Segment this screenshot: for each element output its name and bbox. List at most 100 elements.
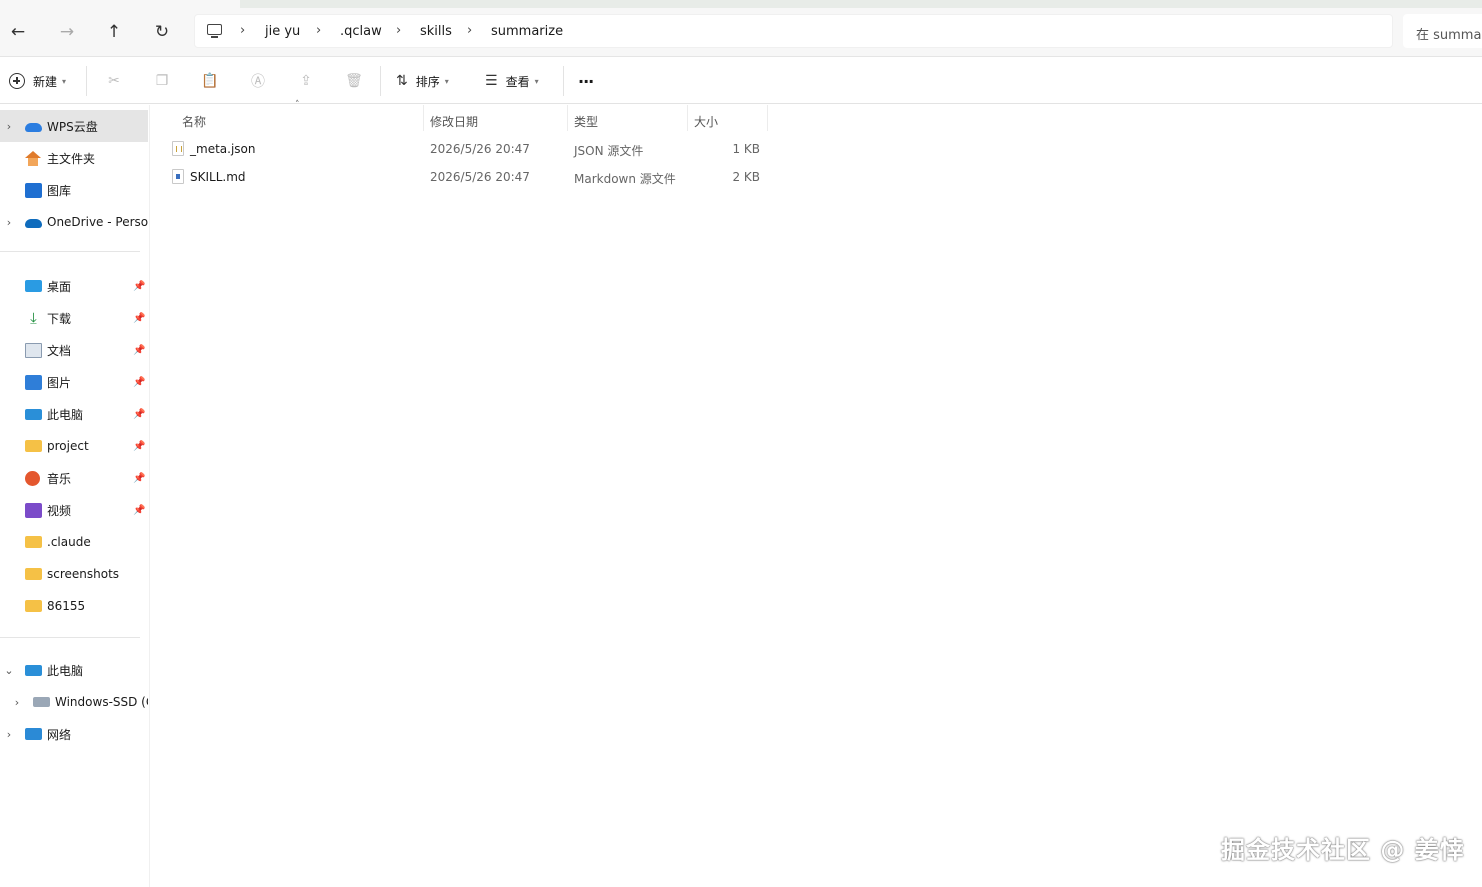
file-size: 2 KB (732, 170, 760, 184)
sidebar-item-home[interactable]: 主文件夹 (0, 142, 148, 174)
column-divider[interactable] (687, 105, 688, 131)
column-divider[interactable] (423, 105, 424, 131)
sidebar-item-label: .claude (47, 535, 91, 549)
paste-icon[interactable]: 📋 (200, 71, 220, 91)
view-button[interactable]: ☰ 查看 ▾ (485, 70, 539, 92)
pictures-icon (25, 374, 42, 390)
sidebar-item-label: 图库 (47, 183, 72, 198)
sidebar-item-screenshots[interactable]: screenshots (0, 558, 148, 590)
pin-icon[interactable]: 📌 (133, 473, 145, 484)
chevron-right-icon[interactable]: › (4, 120, 14, 133)
sidebar-item-desktop[interactable]: 桌面 📌 (0, 270, 148, 302)
cloud-icon (25, 122, 42, 132)
pin-icon[interactable]: 📌 (133, 409, 145, 420)
chevron-right-icon[interactable]: › (4, 216, 14, 229)
sort-button[interactable]: ⇅ 排序 ▾ (396, 70, 449, 92)
pin-icon[interactable]: 📌 (133, 505, 145, 516)
cut-icon[interactable]: ✂ (104, 71, 124, 91)
sidebar-item-label: 主文件夹 (47, 151, 96, 166)
sidebar-item-label: 图片 (47, 375, 72, 390)
share-icon[interactable]: ⇪ (296, 71, 316, 91)
breadcrumb-chevron-icon[interactable]: › (467, 23, 472, 38)
sidebar-item-onedrive[interactable]: › OneDrive - Perso (0, 206, 148, 238)
table-row[interactable]: SKILL.md 2026/5/26 20:47 Markdown 源文件 2 … (170, 165, 770, 191)
breadcrumb-summarize[interactable]: summarize (491, 24, 563, 39)
breadcrumb-jie-yu[interactable]: jie yu (265, 24, 300, 39)
column-header-size[interactable]: 大小 (694, 109, 718, 133)
sidebar-item-documents[interactable]: 文档 📌 (0, 334, 148, 366)
chevron-down-icon[interactable]: ⌄ (4, 664, 14, 677)
view-button-label: 查看 (505, 74, 530, 89)
sidebar-item-wps-cloud[interactable]: › WPS云盘 (0, 110, 148, 142)
folder-icon (25, 600, 42, 612)
breadcrumb-chevron-icon[interactable]: › (396, 23, 401, 38)
sidebar-item-music[interactable]: 音乐 📌 (0, 462, 148, 494)
sidebar-item-videos[interactable]: 视频 📌 (0, 494, 148, 526)
sidebar-item-label: WPS云盘 (47, 119, 98, 134)
more-options-icon[interactable]: ··· (578, 70, 594, 92)
command-toolbar: 新建 ▾ ✂ ❐ 📋 Ⓐ ⇪ 🗑 ⇅ 排序 ▾ ☰ 查看 ▾ ··· (0, 57, 1482, 104)
copy-icon[interactable]: ❐ (152, 71, 172, 91)
table-row[interactable]: _meta.json 2026/5/26 20:47 JSON 源文件 1 KB (170, 137, 770, 163)
computer-icon[interactable] (207, 24, 222, 38)
sidebar-item-this-pc[interactable]: ⌄ 此电脑 (0, 654, 148, 686)
this-pc-icon (25, 664, 42, 676)
back-arrow-icon[interactable]: ← (5, 19, 31, 45)
sidebar-item-this-pc-pinned[interactable]: 此电脑 📌 (0, 398, 148, 430)
sidebar-divider (0, 251, 140, 252)
breadcrumb-qclaw[interactable]: .qclaw (340, 24, 382, 39)
sidebar-item-label: 网络 (47, 727, 72, 742)
sidebar-item-claude[interactable]: .claude (0, 526, 148, 558)
sidebar-item-project[interactable]: project 📌 (0, 430, 148, 462)
json-file-icon (172, 141, 184, 156)
column-header-type[interactable]: 类型 (574, 109, 598, 133)
file-date: 2026/5/26 20:47 (430, 170, 530, 184)
file-name: SKILL.md (190, 170, 246, 184)
sidebar-item-network[interactable]: › 网络 (0, 718, 148, 750)
new-button[interactable]: 新建 ▾ (9, 70, 66, 92)
breadcrumb-chevron-icon[interactable]: › (240, 23, 245, 38)
address-row: ← → ↑ ↻ › jie yu › .qclaw › skills › sum… (0, 0, 1482, 57)
column-divider[interactable] (767, 105, 768, 131)
rename-icon[interactable]: Ⓐ (248, 71, 268, 91)
breadcrumb-chevron-icon[interactable]: › (316, 23, 321, 38)
pin-icon[interactable]: 📌 (133, 441, 145, 452)
delete-icon[interactable]: 🗑 (344, 71, 364, 91)
chevron-down-icon: ▾ (62, 76, 67, 86)
refresh-icon[interactable]: ↻ (149, 19, 175, 45)
sidebar-item-downloads[interactable]: ⤓ 下载 📌 (0, 302, 148, 334)
sidebar-item-86155[interactable]: 86155 (0, 590, 148, 622)
column-divider[interactable] (567, 105, 568, 131)
pin-icon[interactable]: 📌 (133, 377, 145, 388)
sidebar-item-label: 86155 (47, 599, 86, 613)
sidebar-divider (0, 637, 140, 638)
column-header-date[interactable]: 修改日期 (430, 109, 478, 133)
sidebar-item-windows-ssd[interactable]: › Windows-SSD (C (0, 686, 148, 718)
address-bar[interactable]: › jie yu › .qclaw › skills › summarize (194, 14, 1393, 48)
sidebar-item-pictures[interactable]: 图片 📌 (0, 366, 148, 398)
sidebar-item-label: 此电脑 (47, 663, 84, 678)
sidebar-item-label: 下载 (47, 311, 72, 326)
search-input[interactable]: 在 summar (1403, 14, 1482, 48)
music-icon (25, 470, 40, 486)
pin-icon[interactable]: 📌 (133, 345, 145, 356)
chevron-right-icon[interactable]: › (4, 728, 14, 741)
drive-icon (33, 697, 50, 707)
pin-icon[interactable]: 📌 (133, 313, 145, 324)
view-list-icon: ☰ (485, 73, 498, 89)
forward-arrow-icon[interactable]: → (54, 19, 80, 45)
pin-icon[interactable]: 📌 (133, 281, 145, 292)
column-header-name[interactable]: 名称 (182, 109, 206, 133)
file-date: 2026/5/26 20:47 (430, 142, 530, 156)
sidebar-item-gallery[interactable]: 图库 (0, 174, 148, 206)
window-top-edge (240, 0, 1482, 8)
toolbar-divider (380, 66, 381, 96)
up-arrow-icon[interactable]: ↑ (101, 19, 127, 45)
plus-circle-icon (9, 73, 25, 89)
sidebar-item-label: 音乐 (47, 471, 72, 486)
chevron-right-icon[interactable]: › (12, 696, 22, 709)
breadcrumb-skills[interactable]: skills (420, 24, 452, 39)
gallery-icon (25, 182, 42, 198)
file-name: _meta.json (190, 142, 256, 156)
sidebar-item-label: project (47, 439, 89, 453)
